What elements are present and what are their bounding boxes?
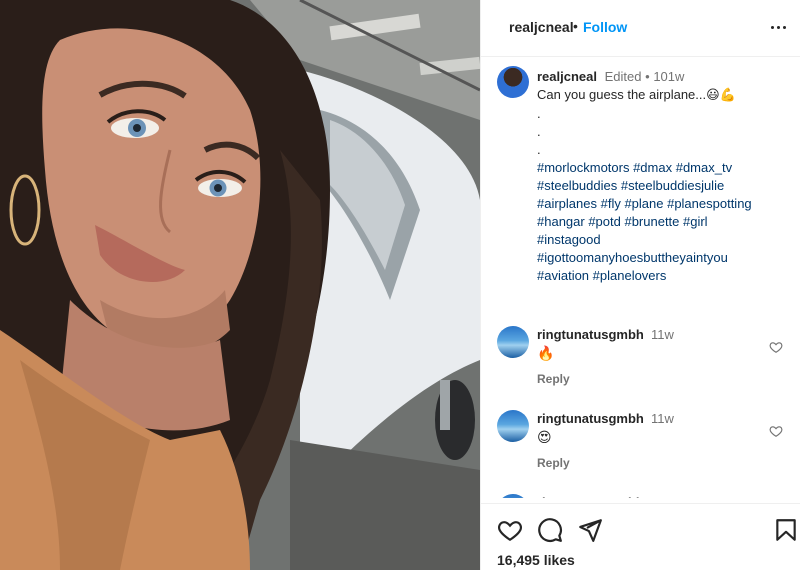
post-footer: 16,495 likes [481,503,800,570]
caption-emojis: 😃💪 [706,88,736,103]
header-separator: • [573,18,578,34]
hashtag-line[interactable]: #aviation #planelovers [537,267,787,285]
selfie-photo [0,0,480,570]
hashtag-line[interactable]: #instagood [537,231,787,249]
comment-heart-icon[interactable] [769,424,783,438]
comment-time[interactable]: 11w [651,495,674,498]
more-options-icon[interactable] [767,17,791,37]
commenter-avatar[interactable] [497,494,529,498]
likes-count[interactable]: 16,495 likes [497,552,575,568]
reply-button[interactable]: Reply [537,456,570,470]
post-side-panel: realjcneal • Follow realjcneal Edited • … [480,0,800,570]
follow-button[interactable]: Follow [583,19,627,35]
comment-heart-icon[interactable] [769,340,783,354]
comment-username[interactable]: ringtunatusgmbh [537,327,644,342]
comments-scroll-area[interactable]: realjcneal Edited • 101w Can you guess t… [481,58,800,498]
caption-dot-3: . [537,142,541,157]
hashtag-line[interactable]: #airplanes #fly #plane #planespotting [537,195,787,213]
caption: realjcneal Edited • 101w Can you guess t… [537,68,787,285]
comment-time[interactable]: 11w [651,411,674,426]
post-header: realjcneal • Follow [481,0,800,57]
caption-text: Can you guess the airplane... [537,87,707,102]
hashtag-line[interactable]: #morlockmotors #dmax #dmax_tv [537,159,787,177]
comment-text: 😍 [537,430,552,446]
caption-username[interactable]: realjcneal [537,69,597,84]
comment-text: 🔥 [537,346,555,362]
comment-item: ringtunatusgmbh 11w 😍 Reply [481,410,800,480]
caption-dot-1: . [537,106,541,121]
caption-time[interactable]: 101w [653,69,684,84]
header-username[interactable]: realjcneal [509,19,574,35]
hashtag-line[interactable]: #hangar #potd #brunette #girl [537,213,787,231]
reply-button[interactable]: Reply [537,372,570,386]
comment-item: ringtunatusgmbh 11w [481,494,800,498]
author-avatar[interactable] [497,66,529,98]
share-icon[interactable] [577,517,603,543]
caption-edited-label: Edited [604,69,642,84]
hashtag-line[interactable]: #steelbuddies #steelbuddiesjulie [537,177,787,195]
caption-separator: • [645,69,650,84]
heart-icon[interactable] [497,517,523,543]
comment-icon[interactable] [537,517,563,543]
comment-time[interactable]: 11w [651,327,674,342]
commenter-avatar[interactable] [497,410,529,442]
hashtag-line[interactable]: #igottoomanyhoesbuttheyaintyou [537,249,787,267]
bookmark-icon[interactable] [773,517,799,543]
comment-username[interactable]: ringtunatusgmbh [537,495,644,498]
comment-username[interactable]: ringtunatusgmbh [537,411,644,426]
caption-dot-2: . [537,124,541,139]
post-photo[interactable] [0,0,480,570]
comment-item: ringtunatusgmbh 11w 🔥 Reply [481,326,800,396]
commenter-avatar[interactable] [497,326,529,358]
